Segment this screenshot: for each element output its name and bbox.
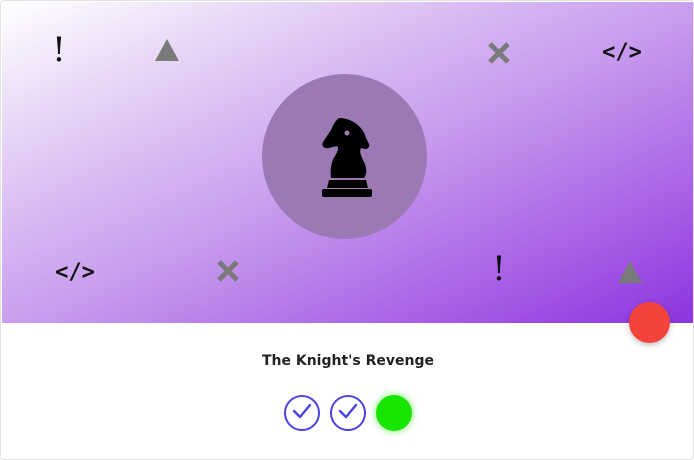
game-icon-medallion <box>262 74 427 239</box>
x-mark-icon <box>216 259 240 283</box>
step-completed-2[interactable] <box>330 395 366 431</box>
card-hero-banner: ! </> </> ! <box>2 2 693 323</box>
game-title: The Knight's Revenge <box>261 353 435 369</box>
triangle-icon <box>154 38 180 62</box>
step-completed-1[interactable] <box>284 395 320 431</box>
code-icon: </> <box>55 260 95 285</box>
checkmark-icon <box>338 403 358 424</box>
code-icon: </> <box>602 40 642 65</box>
checkmark-icon <box>292 403 312 424</box>
step-current[interactable] <box>376 395 412 431</box>
exclamation-icon: ! <box>492 249 506 289</box>
game-card: ! </> </> ! The Knight's Revenge <box>0 0 694 460</box>
chess-knight-icon <box>317 116 373 198</box>
progress-steps <box>1 395 693 431</box>
status-indicator-button[interactable] <box>629 302 670 343</box>
x-mark-icon <box>487 41 511 65</box>
exclamation-icon: ! <box>52 30 66 70</box>
triangle-icon <box>617 260 643 284</box>
